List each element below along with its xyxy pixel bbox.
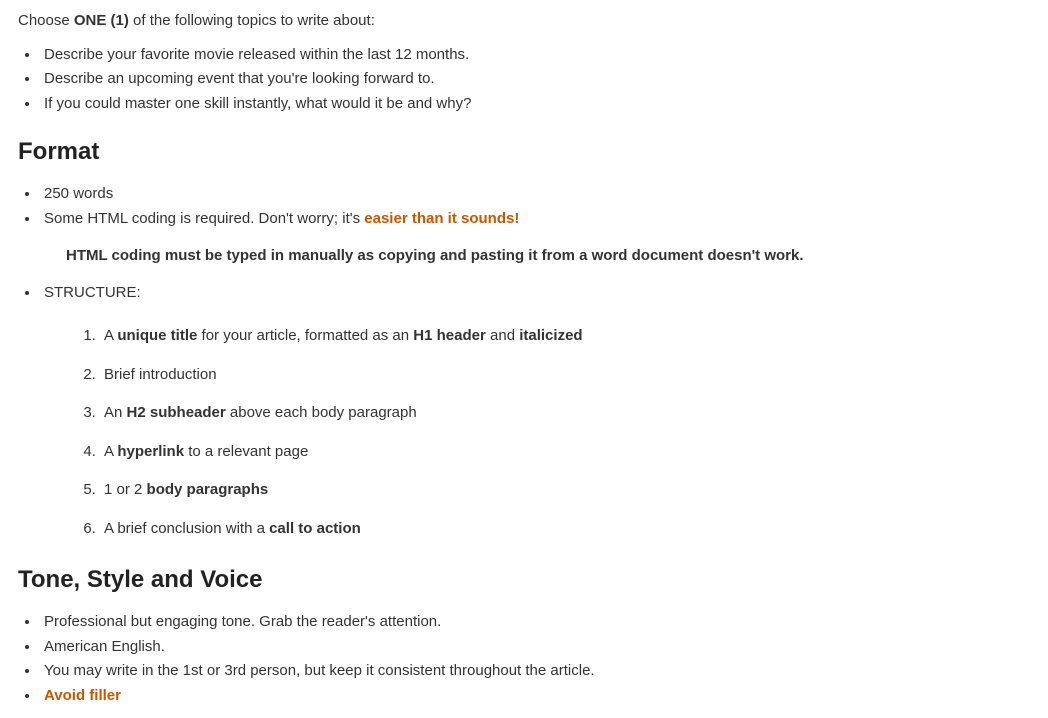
list-item: 1 or 2 body paragraphs bbox=[100, 471, 1030, 510]
topics-list: Describe your favorite movie released wi… bbox=[40, 43, 1030, 117]
list-item: You may write in the 1st or 3rd person, … bbox=[40, 659, 1030, 684]
list-item: If you could master one skill instantly,… bbox=[40, 92, 1030, 117]
html-note: HTML coding must be typed in manually as… bbox=[66, 245, 986, 267]
avoid-filler-link[interactable]: Avoid filler bbox=[44, 687, 121, 704]
list-item: A brief conclusion with a call to action bbox=[100, 510, 1030, 549]
format-list: 250 words Some HTML coding is required. … bbox=[40, 182, 1030, 231]
intro-bold: ONE (1) bbox=[74, 12, 129, 29]
list-item: Professional but engaging tone. Grab the… bbox=[40, 610, 1030, 635]
structure-wrapper: STRUCTURE: bbox=[40, 281, 1030, 306]
list-item: Brief introduction bbox=[100, 356, 1030, 395]
format-heading: Format bbox=[18, 134, 1030, 170]
list-item: Describe an upcoming event that you're l… bbox=[40, 67, 1030, 92]
list-item: American English. bbox=[40, 635, 1030, 660]
list-item: A hyperlink to a relevant page bbox=[100, 433, 1030, 472]
structure-list: A unique title for your article, formatt… bbox=[100, 317, 1030, 548]
list-item: 250 words bbox=[40, 182, 1030, 207]
tone-heading: Tone, Style and Voice bbox=[18, 562, 1030, 598]
html-prefix: Some HTML coding is required. Don't worr… bbox=[44, 210, 364, 227]
intro-prefix: Choose bbox=[18, 12, 74, 29]
list-item: An H2 subheader above each body paragrap… bbox=[100, 394, 1030, 433]
list-item: Some HTML coding is required. Don't worr… bbox=[40, 207, 1030, 232]
list-item: Avoid filler bbox=[40, 684, 1030, 709]
easier-link[interactable]: easier than it sounds! bbox=[364, 210, 519, 227]
tone-list: Professional but engaging tone. Grab the… bbox=[40, 610, 1030, 708]
list-item: A unique title for your article, formatt… bbox=[100, 317, 1030, 356]
intro-suffix: of the following topics to write about: bbox=[129, 12, 375, 29]
list-item: Describe your favorite movie released wi… bbox=[40, 43, 1030, 68]
intro-text: Choose ONE (1) of the following topics t… bbox=[18, 10, 1030, 33]
structure-label: STRUCTURE: bbox=[40, 281, 1030, 306]
